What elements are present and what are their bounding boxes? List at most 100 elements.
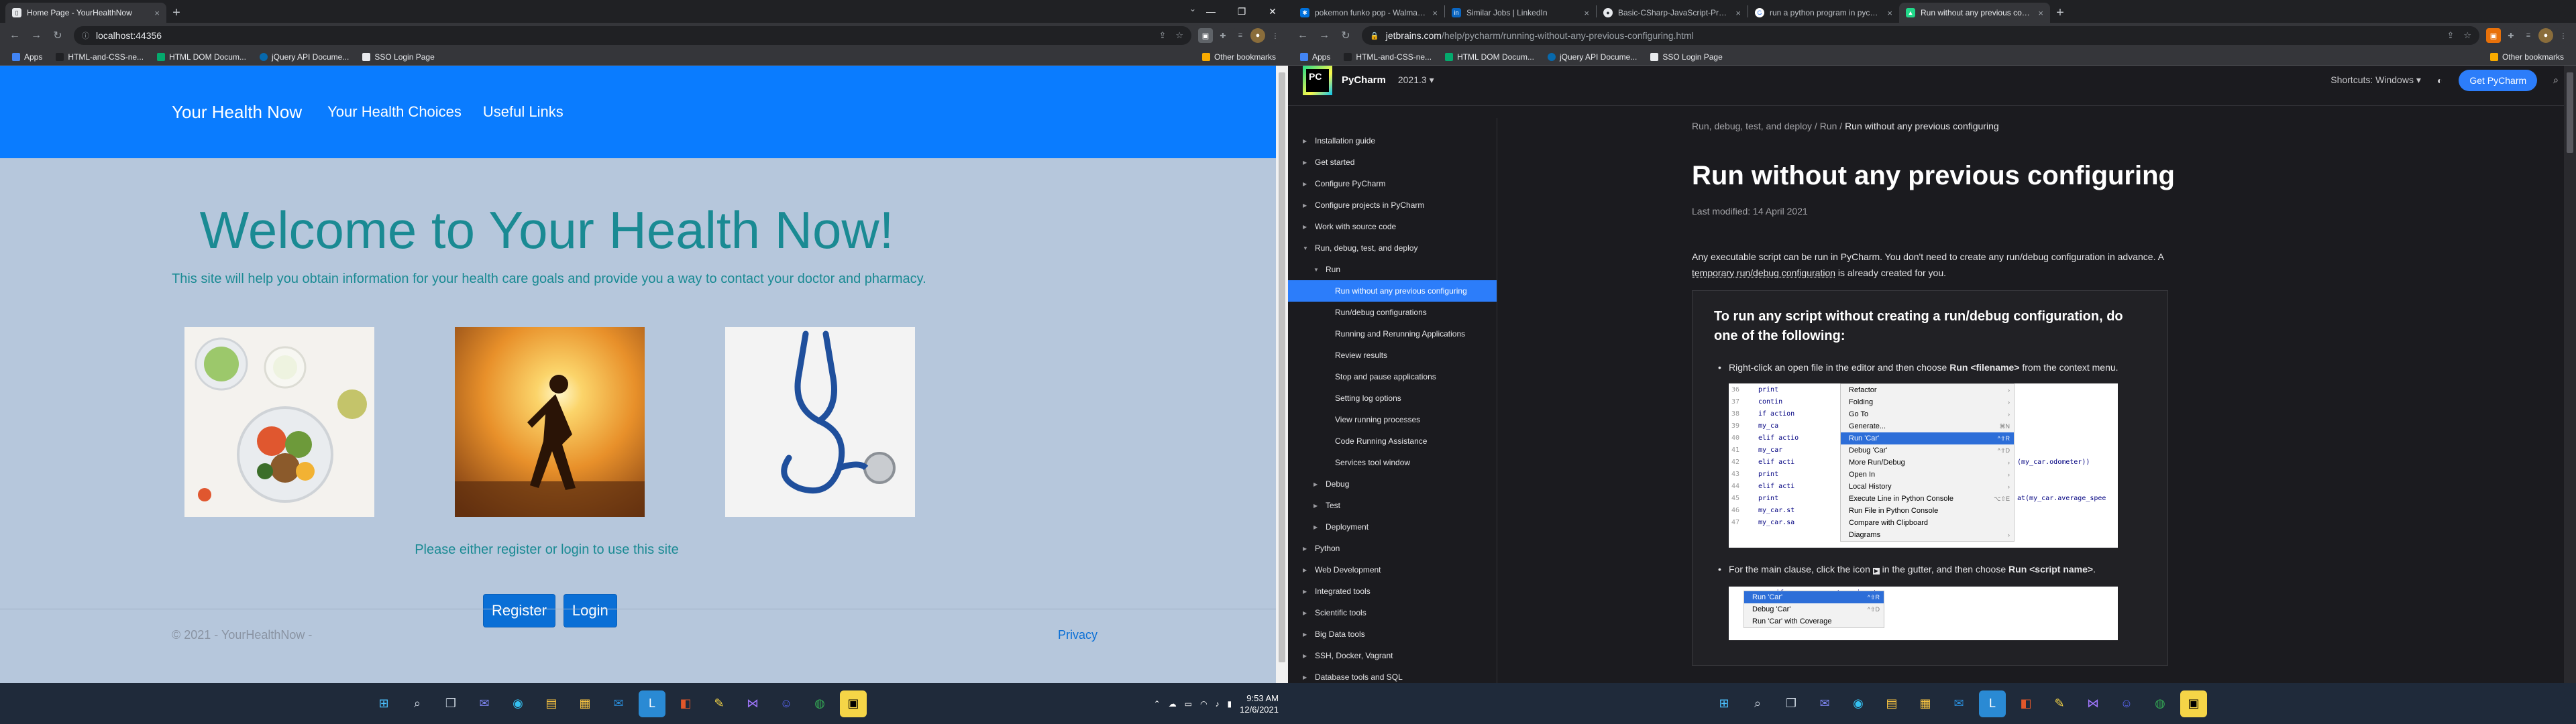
cloud-icon[interactable]: ☁ <box>1169 699 1177 709</box>
close-icon[interactable]: × <box>1735 8 1741 18</box>
sidebar-item[interactable]: ▶ Installation guide <box>1288 130 1497 152</box>
bookmark-apps[interactable]: Apps <box>1295 50 1336 64</box>
chrome-icon[interactable]: ◍ <box>806 690 833 717</box>
product-name[interactable]: PyCharm <box>1342 74 1386 86</box>
task-view-icon[interactable]: ❐ <box>437 690 464 717</box>
sidebar-item[interactable]: Run without any previous configuring <box>1288 280 1497 302</box>
sidebar-item[interactable]: ▶ Work with source code <box>1288 216 1497 237</box>
context-menu-item[interactable]: Diagrams › <box>1841 529 2014 541</box>
tab-github[interactable]: ● Basic-CSharp-JavaScript-Project × <box>1597 3 1748 23</box>
avatar[interactable]: ● <box>1250 28 1265 43</box>
context-menu-item[interactable]: Generate... ⌘N <box>1841 420 2014 432</box>
bookmark-item[interactable]: HTML DOM Docum... <box>1440 50 1540 64</box>
chevron-down-icon[interactable]: ▼ <box>1303 245 1311 251</box>
get-pycharm-button[interactable]: Get PyCharm <box>2459 69 2538 91</box>
extension-icon[interactable]: ▣ <box>2486 28 2501 43</box>
bookmark-item[interactable]: SSO Login Page <box>1645 50 1727 64</box>
chevron-right-icon[interactable]: ▶ <box>1303 610 1311 616</box>
chrome-icon[interactable]: ◍ <box>2147 690 2174 717</box>
reload-icon[interactable]: ↻ <box>48 26 67 45</box>
search-icon[interactable]: ⌕ <box>404 690 431 717</box>
close-icon[interactable]: × <box>1887 8 1892 18</box>
sidebar-item[interactable]: Setting log options <box>1288 387 1497 409</box>
chevron-right-icon[interactable]: ▶ <box>1303 224 1311 230</box>
close-icon[interactable]: × <box>154 8 160 18</box>
display-icon[interactable]: ▭ <box>1185 699 1192 709</box>
nav-link-useful-links[interactable]: Useful Links <box>483 103 564 121</box>
chevron-right-icon[interactable]: ▶ <box>1303 546 1311 552</box>
tab-home-page[interactable]: ▯ Home Page - YourHealthNow × <box>5 3 166 23</box>
sidebar-item[interactable]: ▶ Web Development <box>1288 559 1497 581</box>
sidebar-item[interactable]: ▶ Debug <box>1288 473 1497 495</box>
sidebar-item[interactable]: Running and Rerunning Applications <box>1288 323 1497 345</box>
sidebar-item[interactable]: Stop and pause applications <box>1288 366 1497 387</box>
forward-icon[interactable]: → <box>1315 26 1334 45</box>
context-menu-item[interactable]: Run File in Python Console <box>1841 505 2014 517</box>
edge-icon[interactable]: ◉ <box>504 690 531 717</box>
minimize-icon[interactable]: — <box>1195 0 1226 23</box>
sidebar-item[interactable]: ▶ Integrated tools <box>1288 581 1497 602</box>
search-icon[interactable]: ⌕ <box>2553 74 2559 86</box>
chevron-right-icon[interactable]: ▶ <box>1313 503 1322 509</box>
battery-icon[interactable]: ▮ <box>1228 699 1232 709</box>
visual-studio-icon[interactable]: ⋈ <box>2080 690 2106 717</box>
gutter-menu-item[interactable]: Run 'Car' with Coverage <box>1744 615 1884 627</box>
mail-icon[interactable]: ✉ <box>605 690 632 717</box>
theme-toggle-icon[interactable]: ◐ <box>2437 75 2443 86</box>
office-icon[interactable]: ◧ <box>2012 690 2039 717</box>
nav-link-health-choices[interactable]: Your Health Choices <box>327 103 462 121</box>
task-view-icon[interactable]: ❐ <box>1778 690 1805 717</box>
share-icon[interactable]: ⇪ <box>2447 30 2454 41</box>
store-icon[interactable]: ▦ <box>1912 690 1939 717</box>
back-icon[interactable]: ← <box>1293 26 1312 45</box>
menu-icon[interactable]: ⋮ <box>1268 28 1283 43</box>
search-icon[interactable]: ⌕ <box>1744 690 1771 717</box>
login-button[interactable]: Login <box>563 594 617 627</box>
context-menu-item[interactable]: Open In › <box>1841 469 2014 481</box>
chat-icon[interactable]: ✉ <box>1811 690 1838 717</box>
volume-icon[interactable]: ♪ <box>1216 699 1220 709</box>
sidebar-item[interactable]: ▶ Big Data tools <box>1288 623 1497 645</box>
notes-icon[interactable]: ✎ <box>706 690 733 717</box>
back-icon[interactable]: ← <box>5 26 24 45</box>
address-bar[interactable]: 🔒 jetbrains.com /help/pycharm/running-wi… <box>1362 26 2479 45</box>
lock-icon[interactable]: 🔒 <box>1370 32 1379 40</box>
sidebar-item[interactable]: ▼ Run, debug, test, and deploy <box>1288 237 1497 259</box>
context-menu-item[interactable]: Execute Line in Python Console ⌥⇧E <box>1841 493 2014 505</box>
new-tab-button[interactable]: + <box>2050 3 2070 23</box>
bookmark-item[interactable]: jQuery API Docume... <box>254 50 354 64</box>
context-menu-item[interactable]: Refactor › <box>1841 384 2014 396</box>
sidebar-item[interactable]: ▼ Run <box>1288 259 1497 280</box>
new-tab-button[interactable]: + <box>166 3 186 23</box>
discord-icon[interactable]: ☺ <box>2113 690 2140 717</box>
extensions-puzzle-icon[interactable]: ✚ <box>2504 28 2518 43</box>
context-menu-item[interactable]: Local History › <box>1841 481 2014 493</box>
bookmark-star-icon[interactable]: ☆ <box>2463 30 2471 41</box>
chevron-right-icon[interactable]: ▶ <box>1303 181 1311 187</box>
context-menu-item[interactable]: Go To › <box>1841 408 2014 420</box>
app-icon[interactable]: ▣ <box>840 690 867 717</box>
sidebar-item[interactable]: ▶ SSH, Docker, Vagrant <box>1288 645 1497 666</box>
scrollbar-thumb[interactable] <box>1279 72 1285 662</box>
gutter-menu-item[interactable]: Run 'Car' ^⇧R <box>1744 591 1884 603</box>
pycharm-logo-icon[interactable]: PC <box>1303 65 1332 95</box>
chevron-right-icon[interactable]: ▶ <box>1303 160 1311 166</box>
context-menu-item[interactable]: Compare with Clipboard <box>1841 517 2014 529</box>
office-icon[interactable]: ◧ <box>672 690 699 717</box>
version-select[interactable]: 2021.3 ▾ <box>1398 74 1434 86</box>
file-explorer-icon[interactable]: ▤ <box>538 690 565 717</box>
menu-icon[interactable]: ⋮ <box>2556 28 2571 43</box>
sidebar-item[interactable]: ▶ Test <box>1288 495 1497 516</box>
page-scrollbar[interactable] <box>2564 66 2576 683</box>
close-icon[interactable]: × <box>1584 8 1589 18</box>
site-brand[interactable]: Your Health Now <box>172 102 302 123</box>
context-menu-item[interactable]: More Run/Debug › <box>1841 457 2014 469</box>
close-icon[interactable]: × <box>2038 8 2043 18</box>
sidebar-item[interactable]: ▶ Scientific tools <box>1288 602 1497 623</box>
other-bookmarks[interactable]: Other bookmarks <box>2485 50 2569 64</box>
notes-icon[interactable]: ✎ <box>2046 690 2073 717</box>
tab-walmart[interactable]: ✱ pokemon funko pop - Walmart.com × <box>1293 3 1444 23</box>
chevron-right-icon[interactable]: ▶ <box>1303 567 1311 573</box>
close-icon[interactable]: × <box>1432 8 1438 18</box>
start-icon[interactable]: ⊞ <box>370 690 397 717</box>
